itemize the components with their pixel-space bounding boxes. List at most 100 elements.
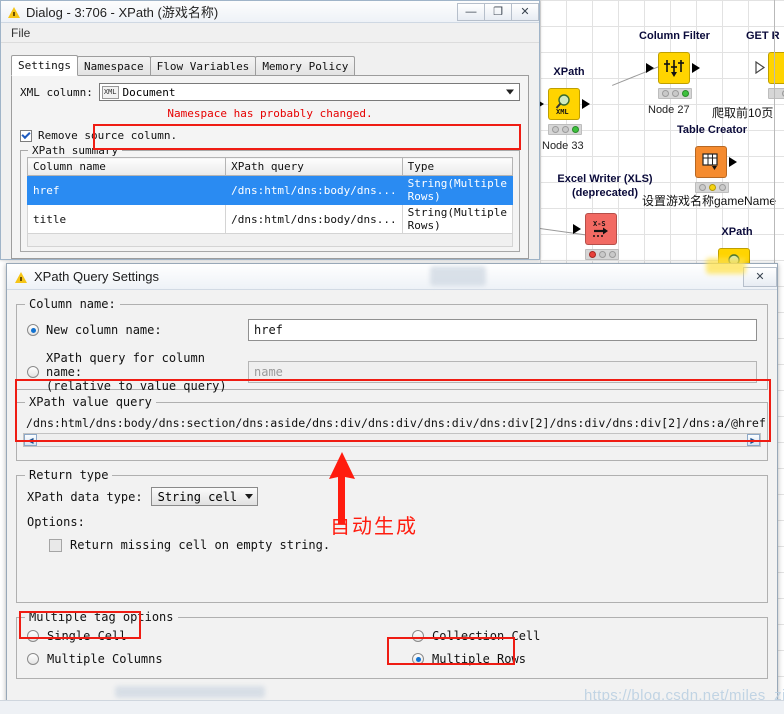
node-input-port: [646, 63, 654, 73]
tag-options-row-2: Multiple Columns Multiple Rows: [27, 652, 757, 666]
xpath-column-name-label-line2: (relative to value query): [46, 379, 227, 393]
tab-flow-variables[interactable]: Flow Variables: [149, 56, 257, 76]
xml-column-label: XML column:: [20, 85, 93, 99]
cell-type: String(Multiple Rows): [401, 204, 514, 234]
settings-tab-panel: XML column: XML Document Namespace has p…: [11, 75, 529, 259]
node-output-port: [692, 63, 700, 73]
table-header-row: Column name XPath query Type: [26, 157, 514, 176]
xpath-column-name-row[interactable]: XPath query for column name: (relative t…: [27, 351, 757, 393]
collection-cell-radio[interactable]: [412, 630, 424, 642]
xml-column-row: XML column: XML Document: [20, 83, 520, 101]
xpath-node-dialog-title: Dialog - 3:706 - XPath (游戏名称): [26, 5, 219, 20]
xml-column-select[interactable]: XML Document: [98, 83, 520, 101]
multiple-rows-label: Multiple Rows: [432, 652, 526, 666]
scroll-left-icon[interactable]: ◀: [24, 434, 37, 446]
chevron-down-icon: [506, 89, 514, 95]
cell-xpath-query: /dns:html/dns:body/dns...: [225, 175, 403, 205]
xpath-column-name-input[interactable]: name: [248, 361, 757, 383]
header-type[interactable]: Type: [401, 157, 514, 176]
xpath-value-query-group: XPath value query /dns:html/dns:body/dns…: [16, 395, 768, 461]
window-controls[interactable]: — ❐ ✕: [457, 2, 539, 21]
xpath-value-query-text[interactable]: /dns:html/dns:body/dns:section/dns:aside…: [23, 414, 766, 433]
node-output-port: [582, 99, 590, 109]
node-table-creator[interactable]: Table Creator: [677, 124, 747, 193]
query-settings-close-button[interactable]: ✕: [743, 266, 777, 287]
header-column-name[interactable]: Column name: [26, 157, 227, 176]
cell-xpath-query: /dns:html/dns:body/dns...: [225, 204, 403, 234]
return-missing-cell-label: Return missing cell on empty string.: [70, 538, 331, 552]
scroll-right-icon[interactable]: ▶: [747, 434, 760, 446]
return-missing-cell-row[interactable]: Return missing cell on empty string.: [49, 538, 757, 552]
new-column-name-radio[interactable]: [27, 324, 39, 336]
node-column-filter-27[interactable]: Column Filter Node 27: [639, 30, 710, 116]
remove-source-column-label: Remove source column.: [38, 129, 178, 142]
multiple-rows-radio[interactable]: [412, 653, 424, 665]
remove-source-column-row[interactable]: Remove source column.: [20, 129, 520, 142]
option-single-cell[interactable]: Single Cell: [27, 629, 412, 643]
table-row[interactable]: href /dns:html/dns:body/dns... String(Mu…: [26, 175, 514, 205]
remove-source-column-checkbox[interactable]: [20, 129, 32, 142]
canvas-annotation-gamename: 设置游戏名称gameName: [642, 194, 777, 208]
cell-type: String(Multiple Rows): [401, 175, 514, 205]
node-id-27: Node 27: [648, 104, 690, 116]
xpath-column-name-radio[interactable]: [27, 366, 39, 378]
status-led: [551, 126, 559, 133]
new-column-name-input[interactable]: href: [248, 319, 757, 341]
node-status-excel-writer: [585, 249, 619, 260]
node-get-request[interactable]: GET R: [746, 30, 784, 99]
node-output-port: [729, 157, 737, 167]
xpath-data-type-label: XPath data type:: [27, 489, 143, 504]
option-collection-cell[interactable]: Collection Cell: [412, 629, 540, 643]
tab-bar[interactable]: Settings Namespace Flow Variables Memory…: [11, 55, 529, 76]
query-settings-window-controls[interactable]: ✕: [743, 266, 777, 287]
tab-memory-policy[interactable]: Memory Policy: [255, 56, 356, 76]
node-input-port: [573, 224, 581, 234]
svg-text:XML: XML: [556, 108, 569, 115]
xpath-value-query-legend: XPath value query: [25, 395, 156, 409]
node-icon-column-filter: [658, 52, 690, 84]
status-led: [588, 251, 596, 258]
xpath-data-type-row[interactable]: XPath data type: String cell: [27, 487, 757, 506]
menu-item-file[interactable]: File: [11, 26, 30, 40]
chevron-down-icon: [245, 494, 254, 499]
single-cell-radio[interactable]: [27, 630, 39, 642]
multiple-columns-radio[interactable]: [27, 653, 39, 665]
column-name-legend: Column name:: [25, 297, 120, 311]
tab-namespace[interactable]: Namespace: [76, 56, 151, 76]
collection-cell-label: Collection Cell: [432, 629, 541, 643]
header-xpath-query[interactable]: XPath query: [225, 157, 403, 176]
xpath-value-query-scrollbar[interactable]: ◀ ▶: [23, 433, 761, 447]
column-name-group: Column name: New column name: href XPath…: [16, 297, 768, 393]
node-status-27: [658, 88, 692, 99]
minimize-button[interactable]: —: [457, 2, 485, 21]
excel-export-icon: X-S: [593, 220, 608, 237]
node-excel-writer[interactable]: Excel Writer (XLS) (deprecated) X-S: [557, 173, 653, 260]
maximize-button[interactable]: ❐: [484, 2, 512, 21]
xpath-summary-table[interactable]: Column name XPath query Type href /dns:h…: [26, 157, 514, 247]
xpath-data-type-select[interactable]: String cell: [150, 487, 259, 506]
xpath-query-settings-dialog[interactable]: XPath Query Settings ✕ Column name: New …: [6, 263, 778, 714]
xpath-node-dialog[interactable]: Dialog - 3:706 - XPath (游戏名称) — ❐ ✕ File…: [0, 0, 540, 260]
tab-settings[interactable]: Settings: [11, 55, 78, 76]
option-multiple-rows[interactable]: Multiple Rows: [412, 652, 526, 666]
single-cell-label: Single Cell: [47, 629, 127, 643]
table-row-empty: [27, 233, 513, 247]
xml-type-chip: XML: [101, 85, 119, 99]
xpath-column-name-label-line1: XPath query for column name:: [46, 351, 205, 379]
menubar[interactable]: File: [1, 23, 539, 43]
status-led: [571, 126, 579, 133]
status-led: [681, 90, 689, 97]
status-led: [608, 251, 616, 258]
return-missing-cell-checkbox[interactable]: [49, 538, 62, 552]
bottom-strip: [0, 700, 784, 714]
node-icon-table-creator: [695, 146, 727, 178]
table-row[interactable]: title /dns:html/dns:body/dns... String(M…: [26, 204, 514, 234]
node-xpath-33[interactable]: XPath XML Node 33: [536, 66, 590, 152]
column-filter-icon: [664, 60, 684, 77]
close-button[interactable]: ✕: [511, 2, 539, 21]
screen-root: XPath XML Node 33 Column Filter Node 27 …: [0, 0, 784, 714]
status-led: [598, 251, 606, 258]
new-column-name-row[interactable]: New column name: href: [27, 319, 757, 341]
node-title-xpath: XPath: [553, 66, 585, 78]
option-multiple-columns[interactable]: Multiple Columns: [27, 652, 412, 666]
